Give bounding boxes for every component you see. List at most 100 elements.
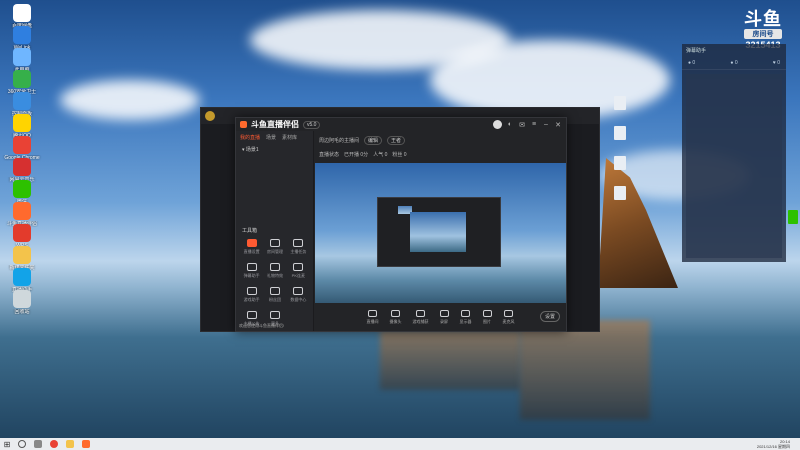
app-icon [13,290,31,308]
left-panel: 我的直播 场景 素材库 ▾ 场景1 工具箱 直播设置 房间管理 主播任务 弹幕助手 礼物… [236,131,314,331]
desktop-icon-label: 回收站 [14,309,30,315]
source-icon [439,309,449,317]
status-item: 粉丝 0 [392,151,407,158]
tool-item[interactable]: PK连麦 [287,263,310,279]
settings-button[interactable]: 设置 [539,311,560,322]
source-button[interactable]: 麦克风 [502,309,515,325]
left-tabs: 我的直播 场景 素材库 [236,131,313,144]
nested-window-capture [377,197,501,267]
tab-scene[interactable]: 场景 [266,134,276,141]
status-item: 直播状态 [319,151,340,158]
tool-icon [246,263,257,271]
notice-text: 欢迎您使用斗鱼直播伴侣! [239,323,285,328]
game-window[interactable]: 斗鱼直播伴侣 v5.0 ◐ ✉ ≡ – ✕ 我的直播 场景 素材库 ▾ 场景1 … [200,107,600,332]
edit-button[interactable]: 编辑 [364,135,383,145]
nested-preview [410,212,466,252]
desktop-file-icon[interactable] [614,186,626,200]
source-label: 直播间 [366,318,379,324]
source-icon [416,309,425,317]
tool-icon [246,287,257,295]
windows-start-icon[interactable]: ⊞ [0,440,14,449]
source-icon [461,309,470,317]
tab-my-live[interactable]: 我的直播 [240,134,260,141]
source-button[interactable]: 游戏捕获 [413,309,429,325]
tool-icon [269,311,280,319]
scene-selector[interactable]: ▾ 场景1 [236,144,313,155]
tool-icon [293,239,304,247]
danmu-stat: ● 0 [688,60,696,66]
folder-icon[interactable] [66,440,74,448]
desktop-file-icon[interactable] [788,210,798,224]
douyu-taskbar-icon[interactable] [82,440,90,448]
close-icon[interactable]: ✕ [554,121,562,129]
tool-icon [269,239,280,247]
danmu-body [686,74,782,258]
category-badge[interactable]: 王者 [387,135,406,145]
app-icon [13,158,31,176]
tool-label: PK连麦 [291,273,305,278]
tool-label: 数据中心 [290,297,307,302]
status-item: 人气 0 [373,151,388,158]
preview-area: 周边阿毛的主播间 编辑 王者 直播状态 已开播 0分 人气 0 粉丝 0 直播间… [315,131,566,331]
cloud [60,80,200,120]
danmu-panel[interactable]: 弹幕助手 ● 0 ● 0 ♥ 0 [682,44,786,262]
tool-icon [269,287,280,295]
desktop-file-icon[interactable] [614,126,626,140]
search-icon[interactable] [18,440,26,448]
tool-item[interactable]: 粉丝团 [263,287,286,303]
tool-label: 房间管理 [266,249,283,254]
source-button[interactable]: 直播间 [366,309,379,325]
desktop-icon[interactable]: 回收站 [2,290,42,315]
app-icon [13,70,31,88]
douyu-fish-icon [240,121,247,128]
app-brand: 斗鱼直播伴侣 [251,120,299,129]
source-button[interactable]: 摄像头 [390,309,402,325]
message-icon[interactable]: ✉ [518,121,526,129]
toolbox-grid: 直播设置 房间管理 主播任务 弹幕助手 礼物特效 PK连麦 游戏助手 粉丝团 数据中心 主播公告更… [240,239,310,327]
app-icon [13,4,31,22]
tab-material[interactable]: 素材库 [282,134,297,141]
tool-item[interactable]: 数据中心 [287,287,310,303]
source-label: 录屏 [440,318,448,324]
tool-label: 游戏助手 [243,297,260,302]
source-button[interactable]: 图片 [482,309,492,325]
tool-label: 礼物特效 [266,273,283,278]
stream-preview[interactable] [315,163,566,313]
tool-item[interactable]: 弹幕助手 [240,263,263,279]
menu-icon[interactable]: ≡ [530,121,538,128]
taskview-icon[interactable] [34,440,42,448]
source-icon [368,309,377,317]
desktop-file-icon[interactable] [614,156,626,170]
tool-label: 弹幕助手 [243,273,260,278]
skin-icon[interactable]: ◐ [506,121,514,128]
source-toolbar: 直播间 摄像头 游戏捕获 录屏 显示器 图片 麦克风 [315,303,566,331]
app-icon [13,202,31,220]
system-clock[interactable]: 20:14 2021/12/16 星期四 [757,439,790,449]
tool-item[interactable]: 直播设置 [240,239,263,255]
source-button[interactable]: 显示器 [459,309,472,325]
tool-item[interactable]: 主播任务 [287,239,310,255]
minimize-icon[interactable]: – [542,121,550,128]
app-icon [13,136,31,154]
live-companion-window[interactable]: 斗鱼直播伴侣 v5.0 ◐ ✉ ≡ – ✕ 我的直播 场景 素材库 ▾ 场景1 … [235,117,567,332]
desktop-file-icon[interactable] [614,96,626,110]
app-icon [13,180,31,198]
room-title: 周边阿毛的主播间 [319,137,360,144]
companion-titlebar: 斗鱼直播伴侣 v5.0 ◐ ✉ ≡ – ✕ [236,118,566,131]
source-label: 显示器 [459,318,472,324]
rock-reflection [520,320,650,420]
tool-item[interactable]: 礼物特效 [263,263,286,279]
status-item: 已开播 0分 [344,151,369,158]
clock-date: 2021/12/16 星期四 [756,444,790,449]
tool-item[interactable]: 游戏助手 [240,287,263,303]
rock-reflection [380,330,520,390]
source-label: 麦克风 [502,318,515,324]
avatar[interactable] [493,120,502,129]
danmu-stat: ♥ 0 [772,60,780,66]
app-icon [13,26,31,44]
app-icon [13,92,31,110]
source-label: 图片 [483,318,491,324]
chrome-icon[interactable] [50,440,58,448]
tool-item[interactable]: 房间管理 [263,239,286,255]
source-button[interactable]: 录屏 [439,309,449,325]
